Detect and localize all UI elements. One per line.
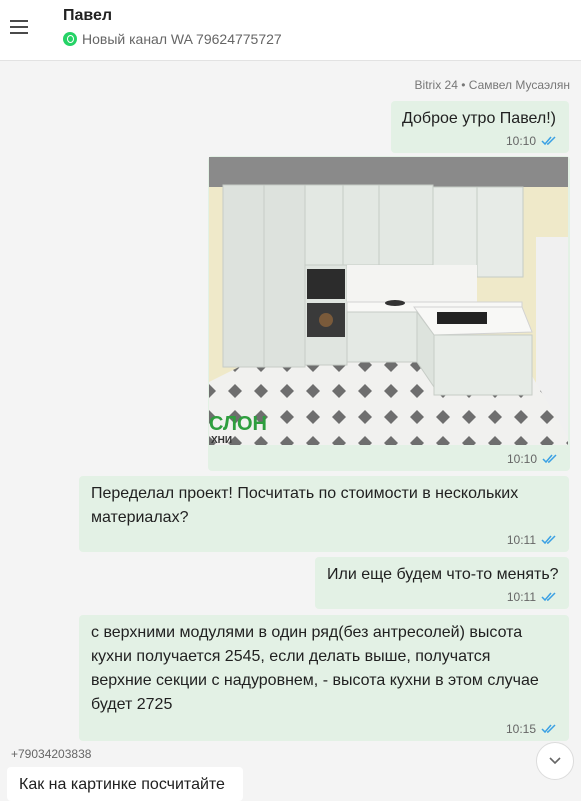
message-meta: 10:10	[506, 134, 558, 148]
message-text: Доброе утро Павел!)	[402, 110, 556, 127]
message-bubble: Доброе утро Павел!) 10:10	[391, 101, 569, 153]
message-text: Как на картинке посчитайте	[19, 776, 225, 793]
message-meta: 10:11	[507, 590, 558, 604]
double-check-icon	[541, 136, 556, 146]
message-time: 10:11	[506, 533, 536, 547]
watermark-logo: СЛОН	[209, 413, 267, 435]
message-bubble: Переделал проект! Посчитать по стоимости…	[79, 476, 569, 552]
chat-header: Павел Новый канал WA 79624775727	[0, 0, 581, 61]
message-meta: 10:15	[506, 722, 558, 736]
message-time: 10:11	[506, 590, 536, 604]
image-message-bubble: СЛОН ХНИ 10:10	[208, 156, 570, 471]
message-text: Или еще будем что-то менять?	[327, 566, 559, 583]
double-check-icon	[541, 592, 556, 602]
message-bubble: Или еще будем что-то менять? 10:11	[315, 557, 569, 609]
channel-label: Новый канал WA 79624775727	[82, 31, 282, 47]
message-time: 10:15	[505, 722, 536, 736]
message-feed: Bitrix 24 • Самвел Мусаэлян Доброе утро …	[0, 61, 581, 801]
watermark-logo-sub: ХНИ	[211, 435, 232, 445]
double-check-icon	[542, 454, 557, 464]
message-meta: 10:10	[507, 452, 559, 466]
double-check-icon	[541, 724, 556, 734]
sender-label: Bitrix 24 • Самвел Мусаэлян	[414, 78, 570, 92]
message-time: 10:10	[506, 452, 537, 466]
contact-name: Павел	[63, 7, 113, 24]
scroll-down-button[interactable]	[536, 742, 574, 780]
sender-phone: +79034203838	[11, 747, 92, 761]
message-bubble: с верхними модулями в один ряд(без антре…	[79, 615, 569, 741]
kitchen-render-image[interactable]: СЛОН ХНИ	[209, 157, 568, 445]
message-bubble: Как на картинке посчитайте	[7, 767, 243, 801]
whatsapp-icon	[63, 32, 77, 46]
menu-icon[interactable]	[10, 20, 28, 34]
chevron-down-icon	[549, 757, 561, 765]
message-text: с верхними модулями в один ряд(без антре…	[91, 624, 539, 713]
message-time: 10:10	[505, 134, 536, 148]
message-text: Переделал проект! Посчитать по стоимости…	[91, 485, 519, 526]
message-meta: 10:11	[507, 533, 558, 547]
double-check-icon	[541, 535, 556, 545]
channel-info: Новый канал WA 79624775727	[63, 31, 282, 47]
